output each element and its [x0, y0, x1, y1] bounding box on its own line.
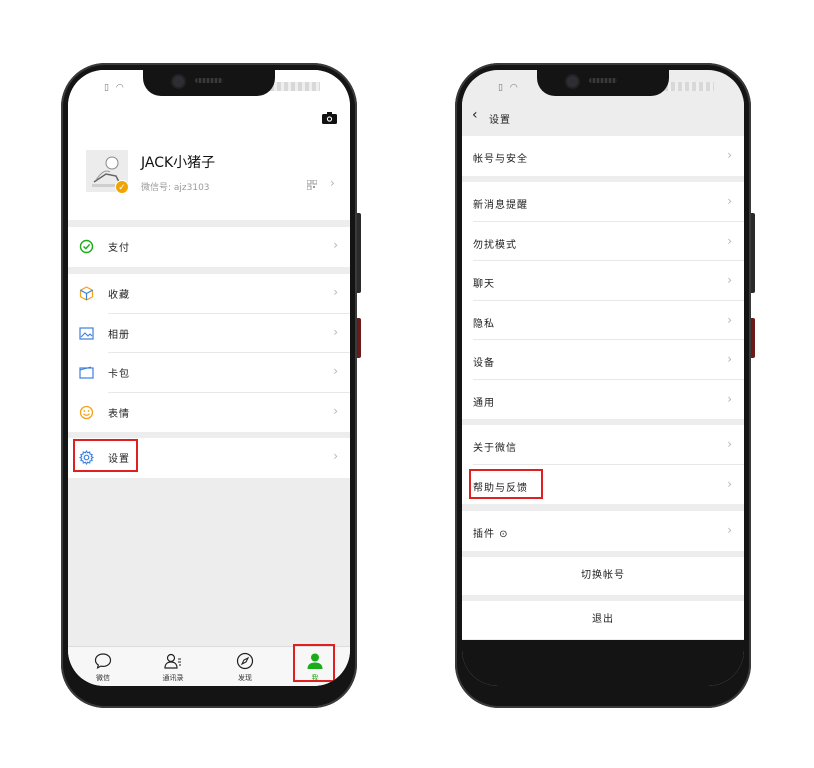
highlight-settings-box: [73, 439, 138, 472]
volume-button: [751, 213, 755, 293]
notch: [143, 70, 275, 96]
logout-button[interactable]: 退出: [462, 601, 744, 639]
settings-item-label: 设备: [473, 358, 495, 369]
chevron-right-icon: ›: [727, 148, 732, 162]
status-icons-left: ▯ ◠: [498, 83, 520, 93]
chevron-right-icon: ›: [727, 273, 732, 287]
menu-item-label: 表情: [108, 408, 130, 420]
front-camera: [567, 76, 578, 87]
nickname: JACK小猪子: [141, 155, 216, 171]
settings-item-notifications[interactable]: 新消息提醒 ›: [462, 182, 744, 222]
chevron-right-icon: ›: [333, 324, 338, 339]
chevron-right-icon: ›: [333, 403, 338, 418]
tab-discover[interactable]: 发现: [220, 652, 270, 684]
tab-label: 微信: [96, 674, 110, 682]
settings-item-label: 通用: [473, 397, 495, 409]
album-icon: [79, 326, 94, 340]
group-plugins: 插件 ⊙ ›: [462, 511, 744, 551]
menu-item-album[interactable]: 相册 ›: [68, 314, 350, 354]
highlight-me-tab-box: [293, 644, 335, 682]
screen-me: ▯ ◠ ✓ JACK小猪子 微信号: ajz3103 › 支付 › 收藏 › 相…: [68, 70, 350, 686]
screen-settings: ▯ ◠ ‹ 设置 帐号与安全 › 新消息提醒 › 勿扰模式 › 聊天 › 隐私 …: [462, 70, 744, 686]
phone-right: ▯ ◠ ‹ 设置 帐号与安全 › 新消息提醒 › 勿扰模式 › 聊天 › 隐私 …: [455, 63, 755, 708]
wechat-id: 微信号: ajz3103: [141, 183, 210, 193]
front-camera: [173, 76, 184, 87]
qr-code-icon[interactable]: [307, 180, 317, 190]
menu-item-cards[interactable]: 卡包 ›: [68, 353, 350, 393]
settings-item-label: 隐私: [473, 318, 495, 330]
profile-chevron-icon: ›: [330, 176, 335, 190]
chevron-right-icon: ›: [333, 449, 338, 463]
settings-item-privacy[interactable]: 隐私 ›: [462, 301, 744, 341]
settings-item-general[interactable]: 通用 ›: [462, 380, 744, 420]
tab-label: 发现: [238, 674, 252, 682]
group-collections: 收藏 › 相册 › 卡包 › 表情 ›: [68, 274, 350, 432]
menu-item-label: 相册: [108, 329, 130, 341]
menu-item-stickers[interactable]: 表情 ›: [68, 393, 350, 433]
verified-badge-icon: ✓: [115, 180, 129, 194]
earpiece: [589, 78, 617, 83]
tab-contacts[interactable]: 通讯录: [148, 652, 198, 684]
chevron-right-icon: ›: [727, 312, 732, 327]
group-pay: 支付 ›: [68, 227, 350, 267]
chevron-right-icon: ›: [333, 285, 338, 299]
status-icons-left: ▯ ◠: [104, 83, 126, 93]
chevron-right-icon: ›: [333, 238, 338, 252]
menu-item-pay[interactable]: 支付 ›: [68, 227, 350, 267]
settings-item-about[interactable]: 关于微信 ›: [462, 425, 744, 465]
compass-icon: [236, 652, 254, 670]
wallet-icon: [79, 239, 94, 254]
nav-bar: ‹ 设置: [462, 98, 744, 136]
menu-item-label: 收藏: [108, 290, 130, 301]
sticker-smile-icon: [79, 405, 94, 419]
settings-item-chats[interactable]: 聊天 ›: [462, 261, 744, 301]
settings-item-account-security[interactable]: 帐号与安全 ›: [462, 136, 744, 176]
chevron-right-icon: ›: [727, 391, 732, 406]
contacts-icon: [164, 653, 181, 669]
chat-bubble-icon: [94, 653, 112, 669]
back-chevron-icon[interactable]: ‹: [472, 107, 478, 123]
camera-icon[interactable]: [322, 112, 337, 124]
notch: [537, 70, 669, 96]
settings-item-label: 帐号与安全: [473, 154, 528, 165]
group-account: 帐号与安全 ›: [462, 136, 744, 176]
favorites-cube-icon: [79, 286, 94, 301]
highlight-help-box: [469, 469, 543, 499]
power-button: [357, 318, 361, 358]
status-icons-right: [664, 82, 714, 91]
settings-item-devices[interactable]: 设备 ›: [462, 340, 744, 380]
settings-item-label: 新消息提醒: [473, 200, 528, 211]
chevron-right-icon: ›: [727, 194, 732, 208]
power-button: [751, 318, 755, 358]
switch-account-button[interactable]: 切换帐号: [462, 557, 744, 595]
settings-item-label: 勿扰模式: [473, 239, 517, 251]
status-icons-right: [270, 82, 320, 91]
menu-item-favorites[interactable]: 收藏 ›: [68, 274, 350, 314]
volume-button: [357, 213, 361, 293]
chevron-right-icon: ›: [727, 233, 732, 248]
settings-item-do-not-disturb[interactable]: 勿扰模式 ›: [462, 222, 744, 262]
earpiece: [195, 78, 223, 83]
card-wallet-icon: [79, 366, 94, 379]
settings-item-label: 插件 ⊙: [473, 529, 509, 540]
chevron-right-icon: ›: [727, 523, 732, 537]
page-title: 设置: [489, 115, 511, 126]
chevron-right-icon: ›: [727, 476, 732, 491]
settings-item-label: 聊天: [473, 279, 495, 290]
menu-item-label: 卡包: [108, 369, 130, 380]
stage: ▯ ◠ ✓ JACK小猪子 微信号: ajz3103 › 支付 › 收藏 › 相…: [0, 0, 814, 768]
chevron-right-icon: ›: [727, 352, 732, 366]
tab-chats[interactable]: 微信: [78, 652, 128, 684]
tab-label: 通讯录: [162, 674, 184, 682]
group-general: 新消息提醒 › 勿扰模式 › 聊天 › 隐私 › 设备 › 通用 ›: [462, 182, 744, 419]
settings-item-label: 关于微信: [473, 443, 517, 454]
settings-item-plugins[interactable]: 插件 ⊙ ›: [462, 511, 744, 551]
chevron-right-icon: ›: [333, 364, 338, 378]
screen-bottom-bezel: [462, 640, 744, 686]
menu-item-label: 支付: [108, 243, 130, 254]
phone-left: ▯ ◠ ✓ JACK小猪子 微信号: ajz3103 › 支付 › 收藏 › 相…: [61, 63, 361, 708]
chevron-right-icon: ›: [727, 437, 732, 451]
